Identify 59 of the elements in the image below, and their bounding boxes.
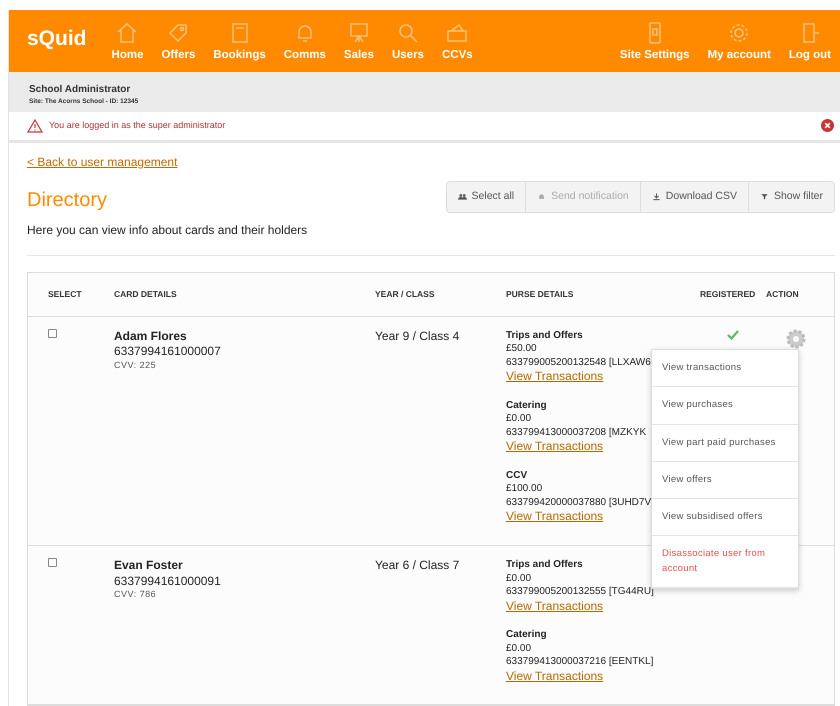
purse-account: 633799005200132555 [TG44RU]	[506, 585, 654, 599]
purse-balance: £0.00	[506, 412, 532, 426]
nav-link[interactable]: Site Settings	[610, 20, 699, 64]
cvv-text: CVV: 225	[114, 360, 158, 372]
column-header: SELECT	[47, 288, 83, 301]
view-transactions-link[interactable]: View Transactions	[506, 509, 604, 526]
year-class: Year 6 / Class 7	[375, 558, 460, 574]
nav-link[interactable]: Sales	[334, 20, 383, 64]
year-class: Year 9 / Class 4	[375, 328, 460, 344]
purse-account: 633799005200132548 [LLXAW6	[506, 356, 651, 370]
purse-balance: £0.00	[506, 572, 532, 586]
column-header: CARD DETAILS	[114, 288, 178, 301]
nav-link[interactable]: My account	[698, 20, 780, 64]
menu-item[interactable]: View part paid purchases	[652, 424, 798, 462]
purse-name: Catering	[506, 398, 547, 412]
purse-account: 633799420000037880 [3UHD7V	[506, 496, 652, 510]
alert-message: You are logged in as the super administrator	[49, 119, 226, 132]
page-heading: Directory	[27, 188, 108, 213]
view-transactions-link[interactable]: View Transactions	[506, 439, 604, 455]
column-header: REGISTERED	[700, 288, 756, 301]
back-link[interactable]: < Back to user management	[27, 155, 178, 169]
nav-link[interactable]: Home	[102, 20, 152, 64]
purse-balance: £100.00	[506, 482, 542, 496]
purse-account: 633799413000037208 [MZKYK	[506, 426, 646, 440]
purse-account: 633799413000037216 [EENTKL]	[506, 655, 654, 669]
cvv-text: CVV: 786	[114, 589, 158, 601]
nav-link[interactable]: Comms	[274, 20, 335, 64]
menu-item[interactable]: View transactions	[652, 350, 798, 388]
purse-name: Catering	[506, 628, 547, 642]
page-description: Here you can view info about cards and their holders	[27, 222, 308, 239]
column-header: ACTION	[766, 288, 800, 301]
view-transactions-link[interactable]: View Transactions	[506, 668, 604, 684]
purse-name: Trips and Offers	[506, 558, 583, 572]
view-transactions-link[interactable]: View Transactions	[506, 598, 604, 614]
user-role: School Administrator	[29, 83, 132, 97]
nav-link[interactable]: Bookings	[204, 20, 275, 64]
purse-balance: £50.00	[506, 342, 537, 356]
menu-item[interactable]: View purchases	[652, 387, 798, 424]
nav-link[interactable]: Log out	[780, 20, 840, 64]
cardholder-name: Evan Foster	[114, 558, 184, 574]
nav-link[interactable]: Offers	[152, 20, 204, 64]
card-number: 6337994161000007	[114, 344, 222, 360]
toolbar-button[interactable]: Show filter	[748, 182, 834, 212]
toolbar-button[interactable]: Select all	[446, 182, 526, 212]
nav-link[interactable]: Users	[382, 20, 433, 64]
column-header: PURSE DETAILS	[506, 288, 574, 301]
purse-name: Trips and Offers	[506, 328, 583, 342]
nav-link[interactable]: CCVs	[432, 20, 482, 64]
menu-item[interactable]: View offers	[652, 462, 798, 499]
menu-item[interactable]: View subsidised offers	[652, 499, 798, 536]
column-header: YEAR / CLASS	[375, 288, 436, 301]
logo[interactable]: sQuid	[27, 22, 87, 54]
cardholder-name: Adam Flores	[114, 328, 188, 344]
purse-name: CCV	[506, 468, 528, 482]
purse-balance: £0.00	[506, 642, 532, 656]
view-transactions-link[interactable]: View Transactions	[506, 369, 604, 385]
card-number: 6337994161000091	[114, 574, 222, 590]
menu-item[interactable]: Disassociate user from account	[652, 536, 798, 588]
toolbar-button[interactable]: Download CSV	[640, 182, 749, 212]
